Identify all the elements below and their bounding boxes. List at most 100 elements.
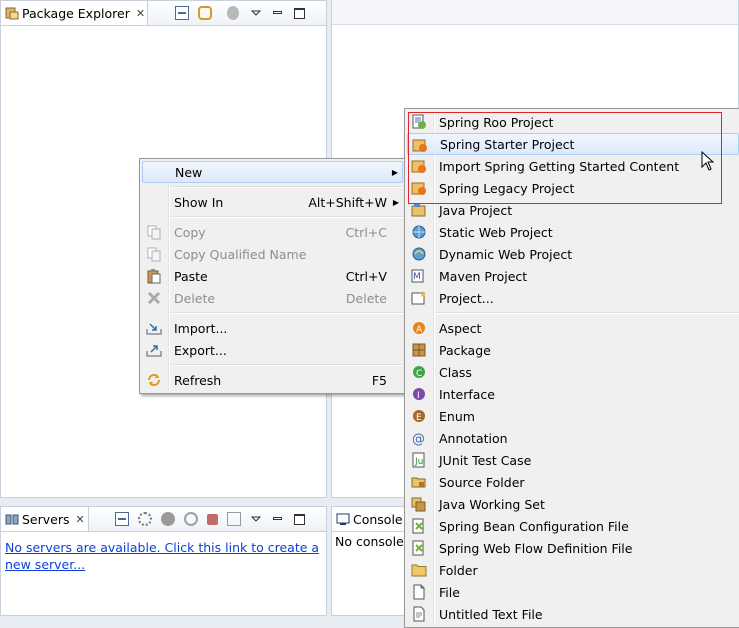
new-item-static-web-project[interactable]: Static Web Project: [407, 221, 739, 243]
enum-icon: E: [413, 410, 425, 423]
console-icon: [336, 513, 350, 525]
minimize-icon[interactable]: [271, 6, 285, 20]
new-item-aspect[interactable]: A Aspect: [407, 317, 739, 339]
minimize-icon[interactable]: [271, 512, 285, 526]
menu-item-show-in[interactable]: Show In Alt+Shift+W ▶: [142, 191, 403, 213]
tab-package-explorer[interactable]: Package Explorer ✕: [1, 1, 148, 25]
new-item-interface[interactable]: I Interface: [407, 383, 739, 405]
export-icon: [146, 345, 162, 357]
menu-item-shortcut: F5: [371, 372, 387, 388]
import-icon: [146, 323, 162, 335]
copy-icon: [147, 225, 161, 240]
new-item-project[interactable]: Project...: [407, 287, 739, 309]
package-explorer-icon: [5, 7, 19, 20]
package-explorer-tabbar: Package Explorer ✕: [1, 1, 326, 26]
java-project-icon: [411, 203, 426, 217]
menu-item-label: Aspect: [439, 320, 482, 336]
view-menu-icon[interactable]: [250, 7, 262, 19]
menu-item-label: Java Working Set: [439, 496, 545, 512]
svg-text:Ju: Ju: [414, 457, 423, 467]
menu-item-label: Maven Project: [439, 268, 528, 284]
menu-item-copy-qualified-name[interactable]: Copy Qualified Name: [142, 243, 403, 265]
new-item-untitled-text-file[interactable]: Untitled Text File: [407, 603, 739, 625]
menu-item-label: Package: [439, 342, 491, 358]
maximize-icon[interactable]: [294, 7, 305, 19]
menu-item-label: Copy Qualified Name: [174, 246, 307, 262]
menu-separator: [435, 312, 739, 314]
new-item-spring-web-flow-file[interactable]: Spring Web Flow Definition File: [407, 537, 739, 559]
menu-item-copy[interactable]: Copy Ctrl+C: [142, 221, 403, 243]
file-icon: [413, 584, 425, 600]
menu-separator: [170, 364, 403, 366]
new-item-java-working-set[interactable]: Java Working Set: [407, 493, 739, 515]
menu-item-delete[interactable]: Delete Delete: [142, 287, 403, 309]
collapse-all-icon[interactable]: [115, 512, 129, 526]
start-server-icon[interactable]: [161, 512, 175, 526]
menu-item-label: Dynamic Web Project: [439, 246, 573, 262]
menu-item-label: Static Web Project: [439, 224, 553, 240]
servers-title: Servers: [22, 511, 70, 527]
menu-item-refresh[interactable]: Refresh F5: [142, 369, 403, 391]
menu-item-label: File: [439, 584, 460, 600]
aspect-icon: A: [413, 322, 425, 335]
folder-icon: [411, 564, 427, 577]
menu-item-label: Import...: [174, 320, 228, 336]
collapse-all-icon[interactable]: [175, 6, 189, 20]
console-title: Console: [353, 511, 403, 527]
menu-item-new[interactable]: New ▶: [142, 161, 403, 183]
menu-item-paste[interactable]: Paste Ctrl+V: [142, 265, 403, 287]
menu-item-label: Java Project: [439, 202, 513, 218]
spring-bean-config-icon: [412, 518, 424, 534]
new-item-source-folder[interactable]: Source Folder: [407, 471, 739, 493]
new-item-enum[interactable]: E Enum: [407, 405, 739, 427]
profile-server-icon[interactable]: [184, 512, 198, 526]
link-with-editor-icon[interactable]: [198, 6, 212, 20]
servers-icon: [5, 514, 19, 525]
spring-items-highlight-box: [408, 112, 722, 204]
new-item-folder[interactable]: Folder: [407, 559, 739, 581]
menu-separator: [170, 186, 403, 188]
new-item-class[interactable]: C Class: [407, 361, 739, 383]
new-item-dynamic-web-project[interactable]: Dynamic Web Project: [407, 243, 739, 265]
menu-item-shortcut: Alt+Shift+W: [308, 194, 387, 210]
maximize-icon[interactable]: [294, 513, 305, 525]
menu-item-shortcut: Delete: [345, 290, 387, 306]
close-icon[interactable]: ✕: [136, 7, 145, 20]
filter-icon[interactable]: [227, 6, 239, 20]
menu-item-export[interactable]: Export...: [142, 339, 403, 361]
package-icon: [412, 343, 426, 357]
new-item-spring-bean-config-file[interactable]: Spring Bean Configuration File: [407, 515, 739, 537]
create-server-link-line1[interactable]: No servers are available. Click this lin…: [5, 539, 319, 556]
stop-server-icon[interactable]: [207, 513, 218, 525]
tab-servers[interactable]: Servers ✕: [1, 507, 89, 531]
text-file-icon: [413, 606, 425, 622]
menu-item-label: Class: [439, 364, 472, 380]
mouse-cursor-icon: [701, 151, 715, 171]
new-item-junit-test-case[interactable]: Ju JUnit Test Case: [407, 449, 739, 471]
menu-item-label: Folder: [439, 562, 478, 578]
new-item-package[interactable]: Package: [407, 339, 739, 361]
debug-server-icon[interactable]: [138, 512, 152, 526]
menu-item-label: Spring Web Flow Definition File: [439, 540, 633, 556]
menu-item-label: Annotation: [439, 430, 508, 446]
new-item-maven-project[interactable]: M Maven Project: [407, 265, 739, 287]
interface-icon: I: [413, 388, 425, 401]
new-item-annotation[interactable]: @ Annotation: [407, 427, 739, 449]
create-server-link[interactable]: No servers are available. Click this lin…: [5, 539, 319, 573]
servers-view: Servers ✕ No servers are available. Clic…: [0, 506, 327, 616]
menu-item-import[interactable]: Import...: [142, 317, 403, 339]
view-menu-icon[interactable]: [250, 513, 262, 525]
menu-item-label: Source Folder: [439, 474, 525, 490]
create-server-link-line2[interactable]: new server...: [5, 556, 319, 573]
editor-tabbar: [332, 0, 738, 25]
publish-icon[interactable]: [227, 512, 241, 526]
menu-separator: [170, 312, 403, 314]
menu-item-label: Interface: [439, 386, 495, 402]
static-web-project-icon: [412, 225, 426, 239]
copy-qualified-name-icon: [147, 247, 161, 262]
menu-separator: [170, 216, 403, 218]
close-icon[interactable]: ✕: [76, 513, 85, 526]
menu-item-shortcut: Ctrl+C: [345, 224, 387, 240]
menu-item-label: New: [175, 164, 203, 180]
new-item-file[interactable]: File: [407, 581, 739, 603]
